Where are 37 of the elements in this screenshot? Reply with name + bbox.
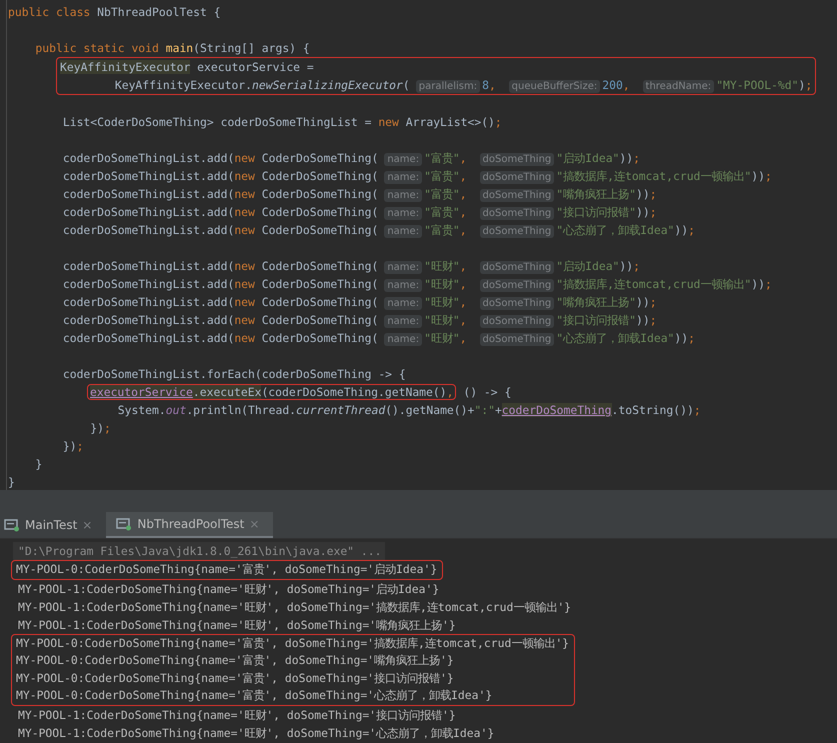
code-line: coderDoSomeThingList.add(new CoderDoSomeThing( name: "旺财", doSomeThing "嘴角疯狂上扬")); xyxy=(62,294,658,311)
console-line: MY-POOL-1:CoderDoSomeThing{name='旺财', doSomeThing='搞数据库,连tomcat,crud一顿输出'} xyxy=(17,598,572,616)
code-line: KeyAffinityExecutor executorService = xyxy=(60,59,315,76)
console-line: MY-POOL-0:CoderDoSomeThing{name='富贵', doSomeThing='心态崩了，卸载Idea'} xyxy=(15,687,494,704)
console-line: MY-POOL-0:CoderDoSomeThing{name='富贵', doSomeThing='接口访问报错'} xyxy=(15,670,455,686)
console-line: MY-POOL-0:CoderDoSomeThing{name='富贵', doSomeThing='启动Idea'} xyxy=(15,561,438,578)
code-line: coderDoSomeThingList.add(new CoderDoSomeThing( name: "富贵", doSomeThing "搞数据库,连tomcat,crud一顿输出")); xyxy=(62,168,773,185)
code-line: }); xyxy=(89,420,112,437)
code-line: KeyAffinityExecutor.newSerializingExecutor( parallelism: 8, queueBufferSize: 200, threadName: "MY-POOL-%d"); xyxy=(114,77,812,94)
code-line: public static void main(String[] args) { xyxy=(34,40,311,57)
code-line: coderDoSomeThingList.add(new CoderDoSomeThing( name: "旺财", doSomeThing "搞数据库,连tomcat,crud一顿输出")); xyxy=(62,276,773,293)
console-line: MY-POOL-0:CoderDoSomeThing{name='富贵', doSomeThing='嘴角疯狂上扬'} xyxy=(15,652,455,669)
code-line: coderDoSomeThingList.add(new CoderDoSomeThing( name: "旺财", doSomeThing "启动Idea")); xyxy=(62,258,641,275)
code-line: coderDoSomeThingList.add(new CoderDoSomeThing( name: "富贵", doSomeThing "启动Idea")); xyxy=(62,150,641,167)
code-line: coderDoSomeThingList.add(new CoderDoSomeThing( name: "富贵", doSomeThing "接口访问报错")); xyxy=(62,204,658,221)
code-line: coderDoSomeThingList.add(new CoderDoSomeThing( name: "旺财", doSomeThing "心态崩了，卸载Idea")); xyxy=(62,330,696,347)
code-line: coderDoSomeThingList.add(new CoderDoSomeThing( name: "富贵", doSomeThing "心态崩了，卸载Idea")); xyxy=(62,222,696,239)
code-line: coderDoSomeThingList.add(new CoderDoSomeThing( name: "富贵", doSomeThing "嘴角疯狂上扬")); xyxy=(62,186,658,203)
code-line: } xyxy=(34,456,44,473)
code-line: public class NbThreadPoolTest { xyxy=(7,4,222,21)
console-line: MY-POOL-1:CoderDoSomeThing{name='旺财', doSomeThing='嘴角疯狂上扬'} xyxy=(17,616,457,634)
code-line: List<CoderDoSomeThing> coderDoSomeThingList = new ArrayList<>(); xyxy=(62,114,503,131)
console-line: MY-POOL-1:CoderDoSomeThing{name='旺财', doSomeThing='接口访问报错'} xyxy=(17,706,457,724)
console-icon xyxy=(116,517,132,531)
code-line: }); xyxy=(62,438,84,455)
console-icon xyxy=(4,518,20,532)
console-tab[interactable]: NbThreadPoolTest × xyxy=(106,512,274,538)
console-line: MY-POOL-1:CoderDoSomeThing{name='旺财', doSomeThing='心态崩了，卸载Idea'} xyxy=(17,724,496,742)
code-line: executorService.executeEx(coderDoSomeThing.getName(), () -> { xyxy=(0,383,837,401)
console-line: MY-POOL-1:CoderDoSomeThing{name='旺财', doSomeThing='启动Idea'} xyxy=(17,580,440,598)
console-line: MY-POOL-0:CoderDoSomeThing{name='富贵', doSomeThing='搞数据库,连tomcat,crud一顿输出'} xyxy=(15,634,570,652)
close-icon[interactable]: × xyxy=(82,518,92,532)
code-line: } xyxy=(7,474,16,491)
console-tab[interactable]: MainTest × xyxy=(0,512,106,538)
code-line: coderDoSomeThingList.add(new CoderDoSomeThing( name: "旺财", doSomeThing "接口访问报错")); xyxy=(62,312,658,329)
code-line: System.out.println(Thread.currentThread().getName()+":"+coderDoSomeThing.toString()); xyxy=(116,402,702,419)
code-line: coderDoSomeThingList.forEach(coderDoSomeThing -> { xyxy=(62,366,407,383)
